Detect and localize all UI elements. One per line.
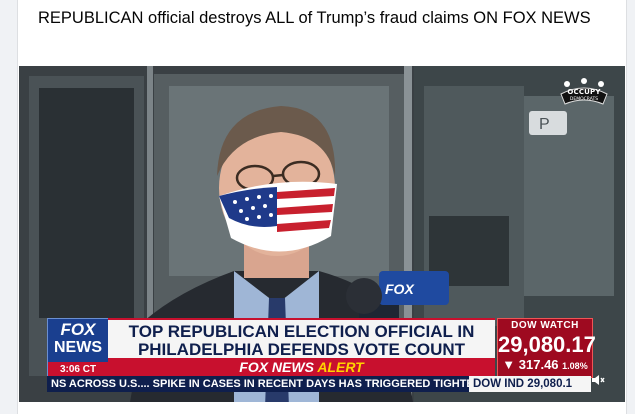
- chyron-headline: TOP REPUBLICAN ELECTION OFFICIAL IN PHIL…: [108, 318, 495, 360]
- dow-watch-change: ▼ 317.46 1.08%: [498, 357, 592, 372]
- alert-brand: FOX NEWS: [239, 359, 314, 375]
- watermark-name: OCCUPY: [567, 88, 601, 96]
- news-logo-word: NEWS: [54, 339, 102, 356]
- video-player[interactable]: P FOX OCCUPY DEMOCRATS FOX NEWS 3:06 CT …: [19, 66, 625, 408]
- watermark-sub: DEMOCRATS: [569, 97, 599, 102]
- svg-text:FOX: FOX: [385, 281, 415, 297]
- post-card: REPUBLICAN official destroys ALL of Trum…: [17, 0, 627, 414]
- svg-text:P: P: [539, 116, 550, 133]
- fox-news-logo: FOX NEWS 3:06 CT: [47, 318, 109, 378]
- ticker-text: NS ACROSS U.S.... SPIKE IN CASES IN RECE…: [51, 378, 493, 390]
- headline-line-2: PHILADELPHIA DEFENDS VOTE COUNT: [137, 340, 466, 359]
- mute-icon[interactable]: [591, 374, 605, 386]
- occupy-democrats-watermark: OCCUPY DEMOCRATS: [557, 78, 611, 108]
- news-ticker: NS ACROSS U.S.... SPIKE IN CASES IN RECE…: [47, 376, 591, 392]
- fox-news-alert-bar: FOX NEWS ALERT: [108, 358, 495, 376]
- dow-watch-box: DOW WATCH 29,080.17 ▼ 317.46 1.08%: [497, 318, 596, 378]
- fox-logo-word: FOX: [60, 320, 96, 339]
- ticker-dow: DOW IND 29,080.1: [469, 376, 591, 392]
- post-title[interactable]: REPUBLICAN official destroys ALL of Trum…: [38, 6, 618, 30]
- dow-watch-value: 29,080.17: [498, 332, 596, 357]
- dow-change-percent: 1.08%: [562, 361, 588, 371]
- video-bottom-edge: [19, 402, 625, 408]
- broadcast-time: 3:06 CT: [48, 362, 108, 377]
- dow-change-points: ▼ 317.46: [502, 357, 559, 372]
- headline-line-1: TOP REPUBLICAN ELECTION OFFICIAL IN: [128, 322, 475, 341]
- alert-word: ALERT: [317, 359, 364, 375]
- dow-watch-label: DOW WATCH: [511, 320, 579, 331]
